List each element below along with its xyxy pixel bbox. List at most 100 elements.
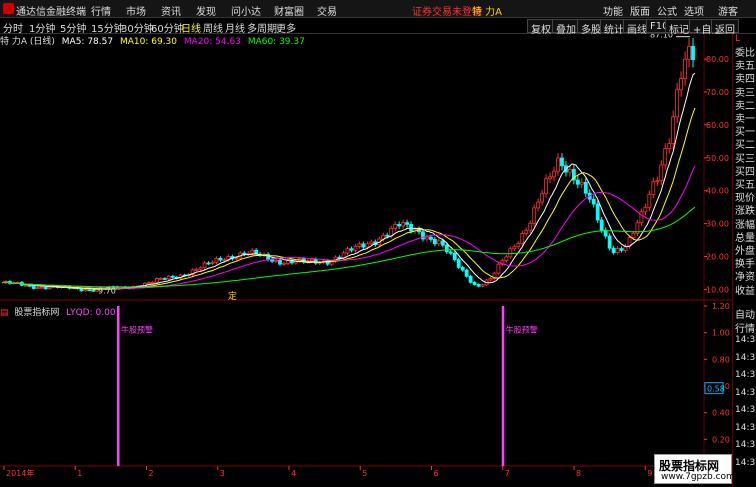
auto-label[interactable]: 自动 xyxy=(735,306,756,321)
quote-panel: L 委比 卖五 卖四 卖三 卖二 卖一 买一 买二 买三 买四 买五 现价 涨跌 涨幅 总量 外盘 换手 净资 收益… xyxy=(732,34,756,487)
candle-body xyxy=(345,248,350,254)
candle-body xyxy=(659,164,664,182)
candle-body xyxy=(528,222,533,231)
candle-body xyxy=(643,206,648,213)
candle-body xyxy=(583,181,588,194)
menu-item-market[interactable]: 市场 xyxy=(126,3,146,18)
candle-body xyxy=(476,284,481,287)
ma60-value: MA60: 39.37 xyxy=(247,37,305,47)
menu-item-function[interactable]: 功能 xyxy=(603,3,623,18)
candle-body xyxy=(599,219,604,231)
price-tick-label: 40.00 xyxy=(706,187,729,196)
period-toolbar: 分时 1分钟 5分钟 15分钟 30分钟 60分钟 日线 周线 月线 多周期 更… xyxy=(0,18,756,36)
candle-body xyxy=(575,179,580,185)
candle-body xyxy=(206,262,211,265)
guest-label[interactable]: 游客 xyxy=(718,3,738,18)
candle-body xyxy=(401,222,406,227)
candle-body xyxy=(39,286,44,289)
candle-body xyxy=(214,257,219,263)
candle-body xyxy=(568,169,572,173)
period-more[interactable]: 更多 xyxy=(276,20,296,35)
candle-body xyxy=(349,248,354,251)
candle-body xyxy=(337,256,342,259)
candle-body xyxy=(655,180,660,183)
low-price-label: 9.70 xyxy=(98,287,116,296)
candle-body xyxy=(162,278,167,280)
app-logo-icon xyxy=(3,3,14,14)
signal-bar xyxy=(117,306,120,466)
period-monthly[interactable]: 月线 xyxy=(225,20,245,35)
menu-item-formula[interactable]: 公式 xyxy=(657,3,677,18)
candle-body xyxy=(222,259,227,262)
period-daily[interactable]: 日线 xyxy=(181,20,201,35)
candle-body xyxy=(687,45,691,60)
candle-body xyxy=(472,281,477,285)
quote-panel-header: L xyxy=(735,34,741,44)
menu-item-wealth[interactable]: 财富圈 xyxy=(274,3,304,18)
candle-body xyxy=(468,275,473,283)
candle-body xyxy=(198,267,203,270)
candle-body xyxy=(524,229,529,234)
period-5min[interactable]: 5分钟 xyxy=(60,20,86,35)
candle-body xyxy=(83,289,88,292)
candle-body xyxy=(436,240,441,245)
candle-body xyxy=(683,58,687,79)
tick-time: 14:35 xyxy=(735,405,756,415)
indicator-tick-label: 1.20 xyxy=(712,302,730,311)
period-multi[interactable]: 多周期 xyxy=(247,20,277,35)
price-tick-label: 60.00 xyxy=(706,121,729,130)
time-tick-label: 4 xyxy=(291,469,296,478)
moving-average-lines xyxy=(1,72,696,290)
quote-label[interactable]: 行情 xyxy=(735,320,756,335)
event-marker: 定 xyxy=(228,290,237,302)
menu-item-quotes[interactable]: 行情 xyxy=(91,3,111,18)
back-button[interactable]: 返回 xyxy=(711,19,739,36)
indicator-title: 股票指标网 xyxy=(14,308,60,318)
candle-body xyxy=(274,259,278,262)
quote-field-label: 收益 xyxy=(735,285,755,297)
candle-body xyxy=(357,243,362,247)
menu-item-options[interactable]: 选项 xyxy=(684,3,704,18)
ma10-value: MA10: 69.30 xyxy=(119,37,178,47)
candle-body xyxy=(353,245,358,251)
candle-body xyxy=(444,244,449,253)
candle-body xyxy=(504,256,509,261)
candle-body xyxy=(91,289,96,292)
candle-body xyxy=(456,259,461,268)
ma20-line xyxy=(1,165,696,289)
menu-item-trade[interactable]: 交易 xyxy=(317,3,337,18)
time-tick-label: 5 xyxy=(362,469,367,478)
period-weekly[interactable]: 周线 xyxy=(203,20,223,35)
period-intraday[interactable]: 分时 xyxy=(3,20,23,35)
period-60min[interactable]: 60分钟 xyxy=(151,20,184,35)
price-tick-label: 80.00 xyxy=(706,55,729,64)
candle-body xyxy=(286,260,290,264)
candle-body xyxy=(341,252,346,259)
chart-area[interactable]: 10.00 20.00 30.00 40.00 50.00 60.00 70.00 80.00… xyxy=(0,34,732,487)
menu-item-ask[interactable]: 问小达 xyxy=(231,3,261,18)
ma20-value: MA20: 54.63 xyxy=(183,37,241,47)
menu-item-layout[interactable]: 版面 xyxy=(630,3,650,18)
candle-body xyxy=(452,252,457,261)
tick-time: 14:35 xyxy=(735,422,756,433)
candle-body xyxy=(158,278,163,280)
price-tick-label: 20.00 xyxy=(706,253,729,262)
overlay-button[interactable]: 叠加 xyxy=(552,19,580,36)
menu-item-discover[interactable]: 发现 xyxy=(196,3,216,18)
candle-body xyxy=(480,284,485,287)
menu-item-news[interactable]: 资讯 xyxy=(161,3,181,18)
signal-label: 牛股预警 xyxy=(121,325,153,335)
period-1min[interactable]: 1分钟 xyxy=(29,20,55,35)
period-30min[interactable]: 30分钟 xyxy=(121,20,154,35)
candle-body xyxy=(619,248,624,251)
watermark-logo: 股票指标网 www.7gpzb.com xyxy=(654,454,735,484)
candle-body xyxy=(369,241,374,245)
candle-body xyxy=(151,281,155,284)
time-tick-label: 2 xyxy=(149,469,154,478)
tick-time: 14:35 xyxy=(735,457,756,468)
period-15min[interactable]: 15分钟 xyxy=(91,20,124,35)
tick-time: 14:35 xyxy=(735,370,756,380)
adjust-button[interactable]: 复权 xyxy=(527,19,555,36)
indicator-tick-label: 0.40 xyxy=(712,409,730,418)
time-tick-label: 8 xyxy=(576,469,581,478)
